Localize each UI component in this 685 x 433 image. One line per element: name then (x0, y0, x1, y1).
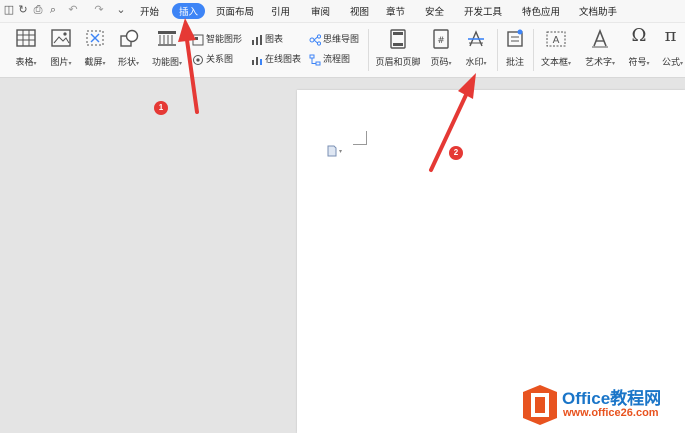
formula-button[interactable]: π 公式▾ (656, 23, 685, 77)
smart-graphic-icon (192, 34, 204, 46)
ribbon-divider (368, 29, 369, 71)
comment-icon (507, 29, 523, 47)
formula-label: 公式 (662, 57, 681, 67)
menu-bar: ◫ ↻ ⎙ ⌕ ↶ ↷ ⌄ 开始 插入 页面布局 引用 审阅 视图 章节 安全 … (0, 0, 685, 23)
art-text-button[interactable]: 艺术字▾ (580, 23, 620, 77)
tab-special-apps[interactable]: 特色应用 (522, 4, 560, 18)
annotation-marker-1: 1 (154, 101, 168, 115)
svg-text:A: A (553, 35, 560, 46)
print-icon[interactable]: ⎙ (31, 3, 45, 17)
save-icon[interactable]: ◫ (2, 3, 16, 17)
tab-page-layout[interactable]: 页面布局 (216, 4, 254, 18)
ribbon-divider (533, 29, 534, 71)
annotation-marker-2: 2 (449, 146, 463, 160)
relation-chart-label: 关系图 (206, 54, 234, 64)
mind-map-icon (309, 34, 321, 46)
smart-graphic-button[interactable]: 智能图形 (192, 32, 242, 46)
table-label: 表格 (15, 57, 34, 67)
online-chart-button[interactable]: 在线图表 (251, 52, 301, 66)
page-corner-mark (353, 131, 367, 145)
chart-icon (252, 34, 262, 45)
tab-references[interactable]: 引用 (271, 4, 290, 18)
text-box-label: 文本框 (540, 57, 568, 67)
redo-history-icon[interactable]: ↻ (16, 3, 30, 17)
smart-graphic-label: 智能图形 (206, 34, 243, 44)
screenshot-icon (86, 30, 104, 46)
page-number-button[interactable]: # 页码▾ (426, 23, 456, 77)
pi-icon: π (664, 25, 677, 46)
function-chart-icon (158, 31, 176, 46)
tab-home[interactable]: 开始 (140, 4, 159, 18)
logo-brand-text: Office教程网 (562, 389, 662, 408)
relation-chart-icon (193, 54, 203, 65)
flowchart-label: 流程图 (323, 54, 351, 64)
redo-icon[interactable]: ↷ (92, 3, 106, 17)
relation-chart-button[interactable]: 关系图 (192, 52, 233, 66)
header-footer-button[interactable]: 页眉和页脚 (372, 23, 424, 77)
text-box-button[interactable]: A 文本框▾ (536, 23, 576, 77)
page-number-label: 页码 (430, 57, 449, 67)
symbol-button[interactable]: Ω 符号▾ (624, 23, 654, 77)
art-text-icon (592, 29, 608, 48)
tab-insert[interactable]: 插入 (172, 3, 206, 19)
table-icon (16, 29, 36, 47)
tab-section[interactable]: 章节 (386, 4, 405, 18)
picture-button[interactable]: 图片▾ (44, 23, 78, 77)
header-footer-icon (390, 29, 406, 49)
shape-button[interactable]: 形状▾ (112, 23, 145, 77)
text-box-icon: A (546, 31, 566, 47)
picture-label: 图片 (50, 57, 69, 67)
chart-button[interactable]: 图表 (251, 32, 283, 46)
watermark-icon (468, 30, 484, 47)
print-preview-icon[interactable]: ⌕ (46, 3, 60, 17)
page-number-icon: # (433, 29, 449, 49)
paste-options-icon[interactable]: ▾ (327, 145, 342, 157)
tab-doc-assistant[interactable]: 文档助手 (579, 4, 617, 18)
shape-label: 形状 (117, 57, 136, 67)
logo-url-text: www.office26.com (563, 407, 659, 419)
function-chart-label: 功能图 (151, 57, 179, 67)
online-chart-icon (252, 56, 262, 65)
mind-map-label: 思维导图 (323, 34, 360, 44)
office26-logo: Office教程网 www.office26.com (520, 381, 685, 431)
undo-icon[interactable]: ↶ (66, 3, 80, 17)
screenshot-label: 截屏 (84, 57, 103, 67)
quick-access-dropdown-icon[interactable]: ⌄ (114, 3, 128, 17)
office-logo-icon (523, 385, 557, 425)
tab-security[interactable]: 安全 (425, 4, 444, 18)
ribbon-divider (497, 29, 498, 71)
svg-text:#: # (437, 36, 445, 46)
online-chart-label: 在线图表 (265, 54, 302, 64)
omega-icon: Ω (631, 25, 647, 46)
picture-icon (51, 29, 71, 47)
tab-review[interactable]: 审阅 (311, 4, 330, 18)
comment-label: 批注 (505, 57, 524, 67)
tab-developer-tools[interactable]: 开发工具 (464, 4, 502, 18)
ribbon-toolbar: 表格▾ 图片▾ 截屏▾ 形状▾ 功能图▾ 智能图形 图表 思维导图 关系图 在线… (0, 23, 685, 78)
symbol-label: 符号 (628, 57, 647, 67)
header-footer-label: 页眉和页脚 (375, 57, 421, 67)
art-text-label: 艺术字 (584, 57, 612, 67)
table-button[interactable]: 表格▾ (8, 23, 44, 77)
watermark-button[interactable]: 水印▾ (458, 23, 494, 77)
watermark-label: 水印 (465, 57, 484, 67)
screenshot-button[interactable]: 截屏▾ (79, 23, 111, 77)
flowchart-icon (309, 54, 321, 66)
function-chart-button[interactable]: 功能图▾ (148, 23, 186, 77)
shape-icon (119, 29, 138, 47)
chart-label: 图表 (265, 34, 284, 44)
tab-view[interactable]: 视图 (350, 4, 369, 18)
flowchart-button[interactable]: 流程图 (309, 52, 350, 66)
mind-map-button[interactable]: 思维导图 (309, 32, 359, 46)
comment-button[interactable]: 批注 (500, 23, 530, 77)
